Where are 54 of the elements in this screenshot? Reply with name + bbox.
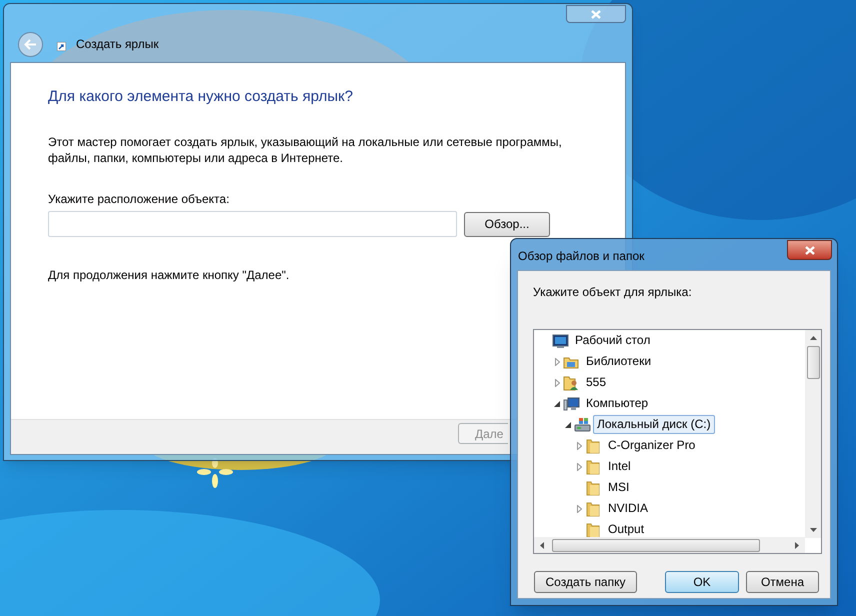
horizontal-scrollbar[interactable] (534, 537, 805, 553)
back-arrow-icon (24, 38, 37, 50)
hint-text: Для продолжения нажмите кнопку "Далее". (48, 267, 290, 283)
description-text: Этот мастер помогает создать ярлык, указывающий на локальные или сетевые программы, файлы, папки, компьютеры или адреса в Интернете. (48, 134, 563, 166)
collapsed-arrow-icon[interactable] (576, 462, 582, 470)
folder-tree[interactable]: Рабочий стол Библиотеки 555 Компьютер Локальный диск (C:) C-Organizer Pro Intel MSI NVIDIA Output (533, 329, 822, 554)
tree-item[interactable]: 555 (582, 373, 610, 392)
page-heading: Для какого элемента нужно создать ярлык? (48, 87, 354, 107)
tree-item[interactable]: Компьютер (582, 394, 652, 413)
tree-item[interactable]: MSI (604, 478, 634, 497)
dialog-button[interactable]: Создать папку (534, 571, 637, 593)
scrollbar-thumb[interactable] (806, 346, 820, 379)
tree-item[interactable]: Intel (604, 457, 635, 476)
tree-item[interactable]: C-Organizer Pro (604, 436, 700, 455)
expanded-arrow-icon[interactable] (554, 400, 560, 406)
drive-icon (574, 416, 591, 432)
tree-item[interactable]: Библиотеки (582, 352, 656, 371)
collapsed-arrow-icon[interactable] (576, 504, 582, 512)
scrollbar-thumb[interactable] (552, 538, 760, 552)
close-button[interactable] (787, 240, 832, 260)
desktop-icon (552, 332, 569, 348)
scroll-right-icon (795, 542, 799, 548)
window-title: Создать ярлык (76, 36, 159, 53)
collapsed-arrow-icon[interactable] (554, 358, 560, 366)
collapsed-arrow-icon[interactable] (576, 442, 582, 450)
prompt-text: Укажите объект для ярлыка: (533, 284, 693, 300)
back-button[interactable] (18, 32, 43, 56)
folder-icon (585, 438, 602, 454)
tree-item[interactable]: Локальный диск (C:) (593, 415, 715, 434)
field-label: Укажите расположение объекта: (48, 191, 230, 207)
user-folder-icon (563, 374, 580, 390)
tree-item[interactable]: Output (604, 520, 648, 538)
tree-item[interactable]: Рабочий стол (571, 331, 654, 350)
tree-item[interactable]: NVIDIA (604, 499, 652, 518)
folder-icon (585, 500, 602, 516)
vertical-scrollbar[interactable] (805, 330, 821, 538)
dialog-title: Обзор файлов и папок (518, 248, 644, 265)
scroll-left-icon (540, 542, 544, 548)
location-field[interactable] (48, 211, 457, 237)
shortcut-icon (57, 42, 66, 50)
folder-icon (585, 458, 602, 474)
folder-icon (585, 480, 602, 496)
close-button[interactable] (566, 5, 626, 23)
close-icon (804, 246, 814, 254)
computer-icon (563, 396, 580, 412)
collapsed-arrow-icon[interactable] (554, 378, 560, 386)
dialog-button[interactable]: Отмена (746, 571, 819, 593)
dialog-button[interactable]: OK (665, 571, 739, 593)
scroll-down-icon (810, 528, 816, 532)
close-icon (591, 10, 601, 18)
folder-icon (585, 522, 602, 538)
scroll-up-icon (810, 336, 816, 340)
expanded-arrow-icon[interactable] (565, 422, 571, 428)
browse-button[interactable]: Обзор... (464, 212, 550, 236)
